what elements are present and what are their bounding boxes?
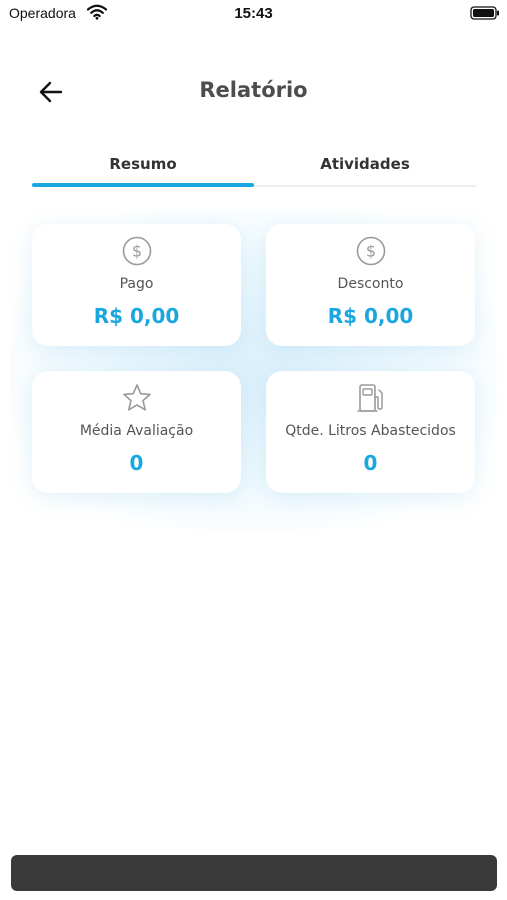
svg-text:$: $ xyxy=(131,242,141,261)
tab-atividades[interactable]: Atividades xyxy=(254,148,476,182)
card-label: Média Avaliação xyxy=(79,423,194,439)
bottom-bar xyxy=(11,855,497,891)
card-media-avaliacao: Média Avaliação 0 xyxy=(32,371,241,493)
dollar-circle-icon: $ xyxy=(122,236,151,266)
card-label: Qtde. Litros Abastecidos xyxy=(285,423,456,439)
status-bar: Operadora 15:43 xyxy=(0,0,507,28)
card-litros-abastecidos: Qtde. Litros Abastecidos 0 xyxy=(266,371,475,493)
star-outline-icon xyxy=(122,384,151,411)
card-value: 0 xyxy=(129,451,144,475)
card-value: R$ 0,00 xyxy=(327,304,414,328)
page-title: Relatório xyxy=(199,78,308,102)
tab-resumo[interactable]: Resumo xyxy=(32,148,254,182)
svg-text:$: $ xyxy=(365,242,375,261)
card-desconto: $ Desconto R$ 0,00 xyxy=(266,224,475,346)
card-pago: $ Pago R$ 0,00 xyxy=(32,224,241,346)
card-label: Desconto xyxy=(337,276,404,292)
card-value: 0 xyxy=(363,451,378,475)
status-time: 15:43 xyxy=(234,5,273,22)
dollar-circle-icon: $ xyxy=(356,236,385,266)
fuel-pump-icon xyxy=(356,384,383,412)
card-label: Pago xyxy=(119,276,154,292)
battery-icon xyxy=(470,6,499,20)
card-value: R$ 0,00 xyxy=(93,304,180,328)
tab-bar: Resumo Atividades xyxy=(32,148,476,188)
active-tab-indicator xyxy=(32,183,254,187)
